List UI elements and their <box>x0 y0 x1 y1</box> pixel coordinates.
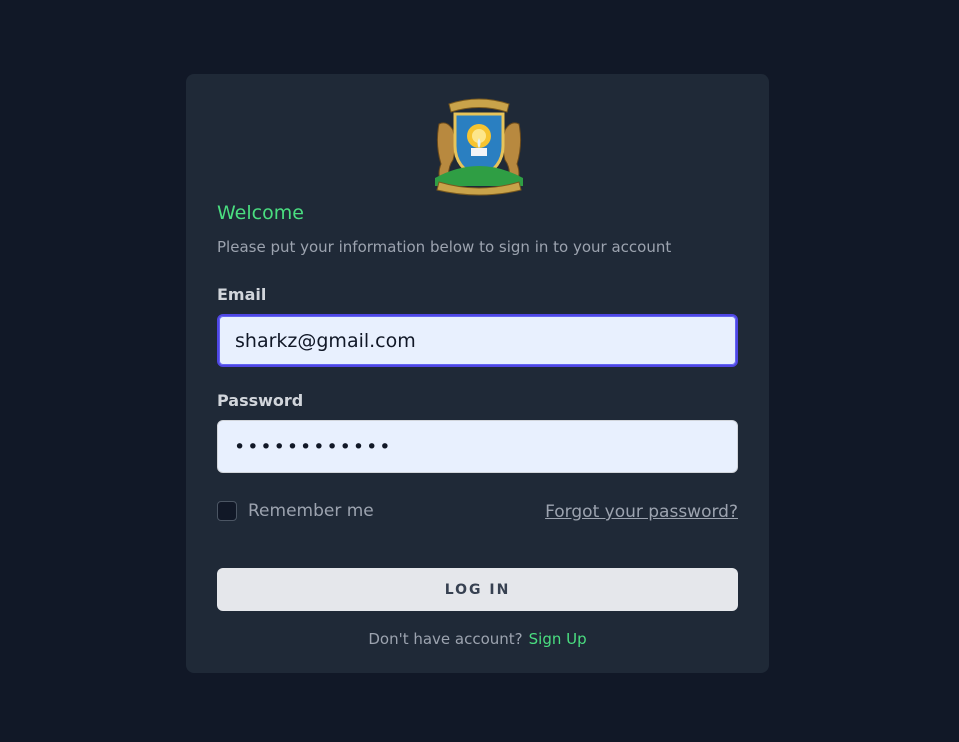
university-crest-logo <box>435 98 523 196</box>
password-label: Password <box>217 391 304 410</box>
signup-row: Don't have account? Sign Up <box>186 630 769 648</box>
remember-me-label[interactable]: Remember me <box>248 501 374 521</box>
signup-prompt: Don't have account? <box>368 630 523 648</box>
login-card: Welcome Please put your information belo… <box>186 74 769 673</box>
signup-link[interactable]: Sign Up <box>529 630 587 648</box>
email-label: Email <box>217 285 267 304</box>
welcome-heading: Welcome <box>217 202 304 224</box>
remember-me-row: Remember me <box>217 501 374 521</box>
email-field[interactable] <box>217 314 738 367</box>
password-field[interactable] <box>217 420 738 473</box>
forgot-password-link[interactable]: Forgot your password? <box>545 502 738 522</box>
signin-subtitle: Please put your information below to sig… <box>217 238 672 256</box>
remember-me-checkbox[interactable] <box>217 501 237 521</box>
login-button[interactable]: LOG IN <box>217 568 738 611</box>
